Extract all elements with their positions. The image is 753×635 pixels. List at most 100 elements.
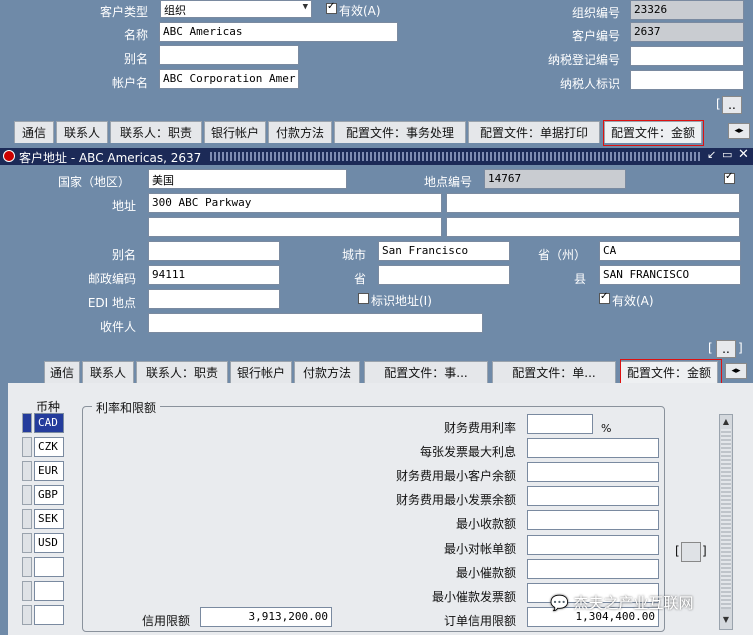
currency-czk[interactable]: CZK — [34, 437, 64, 457]
address-line4-field[interactable] — [446, 217, 740, 237]
customer-name-label: 名称 — [123, 28, 148, 42]
tax-reg-label: 纳税登记编号 — [547, 53, 620, 67]
country-field[interactable]: 美国 — [148, 169, 347, 189]
oracle-logo-icon — [3, 150, 15, 162]
min-statement-amount-field[interactable] — [527, 535, 659, 555]
min-invoice-balance-field[interactable] — [527, 486, 659, 506]
taxpayer-id-field[interactable] — [630, 70, 744, 90]
record-indicator[interactable] — [22, 581, 32, 601]
customer-name-field[interactable]: ABC Americas — [159, 22, 398, 42]
scrollbar-track[interactable] — [721, 429, 731, 609]
postal-code-label: 邮政编码 — [87, 272, 136, 286]
record-indicator[interactable] — [22, 533, 32, 553]
customer-active-checkbox[interactable] — [326, 1, 337, 14]
tab-communication[interactable]: 通信 — [44, 361, 80, 383]
province-field[interactable] — [378, 265, 510, 285]
currency-cad[interactable]: CAD — [34, 413, 64, 433]
min-receipt-amount-label: 最小收款额 — [455, 517, 516, 531]
chevron-down-icon: ▼ — [302, 2, 308, 12]
county-field[interactable]: SAN FRANCISCO — [599, 265, 741, 285]
currency-empty-row[interactable] — [34, 605, 64, 625]
tab-contact-roles[interactable]: 联系人：职责 — [110, 121, 202, 143]
highlight-box — [603, 120, 704, 146]
close-icon[interactable]: ✕ — [738, 147, 749, 162]
county-label: 县 — [573, 272, 586, 286]
address-flag-checkbox[interactable] — [724, 171, 735, 184]
customer-type-label: 客户类型 — [99, 5, 148, 19]
tab-contacts[interactable]: 联系人 — [82, 361, 134, 383]
min-statement-amount-label: 最小对帐单额 — [443, 542, 516, 556]
bracket-icon: [ — [708, 341, 713, 355]
edi-site-field[interactable] — [148, 289, 280, 309]
tab-bank-accounts[interactable]: 银行帐户 — [230, 361, 292, 383]
tab-contacts[interactable]: 联系人 — [56, 121, 108, 143]
tab-profile-transactions[interactable]: 配置文件：事务处理 — [334, 121, 466, 143]
descriptive-flexfield-button[interactable] — [681, 542, 701, 562]
finance-charge-rate-label: 财务费用利率 — [443, 421, 516, 435]
record-indicator[interactable] — [22, 461, 32, 481]
record-indicator[interactable] — [22, 557, 32, 577]
address-active-checkbox[interactable] — [599, 291, 610, 304]
scroll-down-icon[interactable]: ▼ — [721, 615, 731, 625]
currency-usd[interactable]: USD — [34, 533, 64, 553]
tab-contact-roles[interactable]: 联系人：职责 — [136, 361, 228, 383]
tab-communication[interactable]: 通信 — [14, 121, 54, 143]
min-dunning-amount-label: 最小催款额 — [455, 566, 516, 580]
customer-more-button[interactable]: .. — [722, 96, 742, 114]
watermark: 💬 杰夫之产业互联网 — [550, 594, 694, 612]
currency-gbp[interactable]: GBP — [34, 485, 64, 505]
site-number-label: 地点编号 — [423, 175, 472, 189]
customer-alias-field[interactable] — [159, 45, 299, 65]
identify-address-checkbox[interactable] — [358, 293, 369, 304]
country-label: 国家（地区） — [57, 175, 130, 189]
currency-eur[interactable]: EUR — [34, 461, 64, 481]
titlebar-pattern — [210, 152, 700, 161]
tab-profile-document-print[interactable]: 配置文件：单据打印 — [468, 121, 600, 143]
address-alias-field[interactable] — [148, 241, 280, 261]
scroll-up-icon[interactable]: ▲ — [721, 417, 731, 427]
record-indicator[interactable] — [22, 605, 32, 625]
minimize-icon[interactable]: ↙ — [707, 148, 716, 161]
tab-scroll-arrows-icon[interactable]: ◂▸ — [725, 363, 747, 379]
customer-number-field: 2637 — [630, 22, 744, 42]
tab-profile-document-print[interactable]: 配置文件：单... — [492, 361, 616, 383]
customer-type-value: 组织 — [164, 4, 186, 17]
min-customer-balance-label: 财务费用最小客户余额 — [395, 469, 516, 483]
currency-sek[interactable]: SEK — [34, 509, 64, 529]
record-indicator[interactable] — [22, 437, 32, 457]
address-more-button[interactable]: .. — [716, 340, 736, 358]
tax-reg-field[interactable] — [630, 46, 744, 66]
tab-bank-accounts[interactable]: 银行帐户 — [204, 121, 266, 143]
record-indicator[interactable] — [22, 485, 32, 505]
maximize-icon[interactable]: ▭ — [722, 148, 732, 161]
receiver-field[interactable] — [148, 313, 483, 333]
address-line2-field[interactable] — [446, 193, 740, 213]
min-invoice-balance-label: 财务费用最小发票余额 — [395, 493, 516, 507]
account-name-label: 帐户名 — [111, 76, 148, 90]
max-interest-per-invoice-field[interactable] — [527, 438, 659, 458]
min-customer-balance-field[interactable] — [527, 462, 659, 482]
city-field[interactable]: San Francisco — [378, 241, 510, 261]
bracket-icon: ] — [702, 544, 707, 558]
credit-limit-field[interactable]: 3,913,200.00 — [200, 607, 332, 627]
tab-payment-methods[interactable]: 付款方法 — [268, 121, 332, 143]
state-label: 省（州） — [537, 248, 586, 262]
address-line1-field[interactable]: 300 ABC Parkway — [148, 193, 442, 213]
min-receipt-amount-field[interactable] — [527, 510, 659, 530]
currency-empty-row[interactable] — [34, 581, 64, 601]
currency-empty-row[interactable] — [34, 557, 64, 577]
finance-charge-rate-field[interactable] — [527, 414, 593, 434]
record-indicator[interactable] — [22, 413, 32, 433]
account-name-field[interactable]: ABC Corporation Amer — [159, 69, 299, 89]
address-line3-field[interactable] — [148, 217, 442, 237]
percent-sign: % — [601, 422, 612, 435]
record-indicator[interactable] — [22, 509, 32, 529]
customer-type-select[interactable]: 组织 ▼ — [160, 0, 312, 18]
tab-payment-methods[interactable]: 付款方法 — [294, 361, 360, 383]
min-dunning-amount-field[interactable] — [527, 559, 659, 579]
state-field[interactable]: CA — [599, 241, 741, 261]
vertical-scrollbar[interactable]: ▲ ▼ — [719, 414, 733, 630]
tab-scroll-arrows-icon[interactable]: ◂▸ — [728, 123, 750, 139]
postal-code-field[interactable]: 94111 — [148, 265, 280, 285]
tab-profile-transactions[interactable]: 配置文件：事... — [364, 361, 488, 383]
